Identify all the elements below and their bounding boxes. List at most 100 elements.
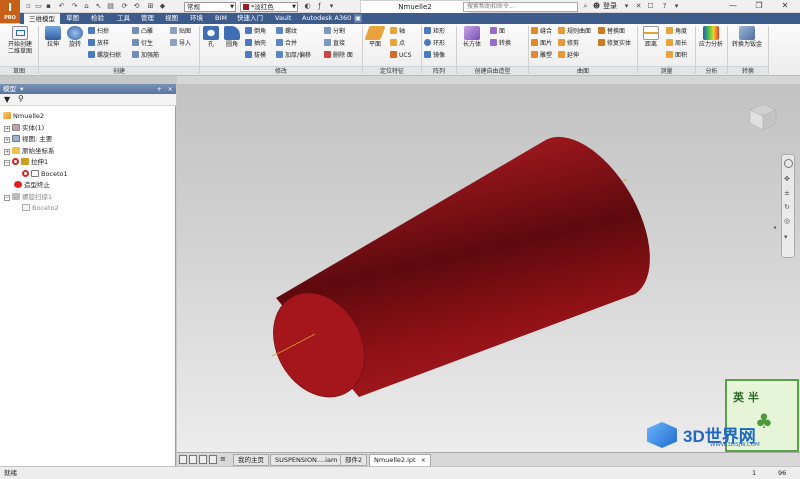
pin-icon[interactable]: + bbox=[157, 84, 162, 94]
split-button[interactable]: 分割 bbox=[324, 27, 345, 36]
user-icon[interactable]: ☻ bbox=[592, 2, 601, 11]
tree-item-boceto2[interactable]: Boceto2 bbox=[0, 203, 59, 213]
collapse-icon[interactable]: ◂ bbox=[773, 224, 781, 232]
replace-face-button[interactable]: 替换面 bbox=[598, 27, 625, 36]
rib-button[interactable]: 加强筋 bbox=[132, 51, 159, 60]
tree-item-origin[interactable]: + 原始坐标系 bbox=[0, 146, 55, 156]
fillet-button[interactable]: 圆角 bbox=[222, 26, 242, 48]
material-qa-icon[interactable]: ◆ bbox=[158, 2, 167, 11]
fx-icon[interactable]: ƒ bbox=[315, 2, 324, 11]
repair-body-button[interactable]: 修复实体 bbox=[598, 39, 631, 48]
tab-manage[interactable]: 管理 bbox=[136, 13, 159, 24]
tree-item-solid-bodies[interactable]: + 实体(1) bbox=[0, 123, 44, 133]
tree-item-extrusion1[interactable]: − 拉伸1 bbox=[0, 157, 48, 167]
mirror-button[interactable]: 镜像 bbox=[424, 51, 445, 60]
close-icon[interactable]: × bbox=[421, 457, 426, 464]
tab-environment[interactable]: 环境 bbox=[185, 13, 208, 24]
tab-a360[interactable]: Autodesk A360 bbox=[297, 13, 356, 24]
doctab-nmuelle2[interactable]: Nmuelle2.ipt × bbox=[369, 454, 431, 466]
app-menu-button[interactable]: I PRO bbox=[0, 0, 20, 23]
tree-item-boceto1[interactable]: Boceto1 bbox=[0, 169, 68, 179]
loft-button[interactable]: 放样 bbox=[88, 39, 109, 48]
trim-button[interactable]: 修剪 bbox=[558, 39, 579, 48]
cascade-icon[interactable] bbox=[189, 455, 197, 464]
direct-edit-button[interactable]: 直接 bbox=[324, 39, 345, 48]
loop-button[interactable]: 周长 bbox=[666, 39, 687, 48]
list-windows-icon[interactable] bbox=[209, 455, 217, 464]
angle-button[interactable]: 角度 bbox=[666, 27, 687, 36]
revolve-button[interactable]: 旋转 bbox=[64, 26, 86, 48]
orbit-icon[interactable]: ↻ bbox=[784, 203, 790, 211]
measure-qa-icon[interactable]: ⊞ bbox=[146, 2, 155, 11]
area-button[interactable]: 面积 bbox=[666, 51, 687, 60]
import-button[interactable]: 导入 bbox=[170, 39, 191, 48]
update-all-icon[interactable]: ⟲ bbox=[132, 2, 141, 11]
patch-button[interactable]: 面片 bbox=[531, 39, 552, 48]
cylinder-model[interactable] bbox=[177, 84, 800, 452]
tree-item-view[interactable]: + 视图: 主要 bbox=[0, 134, 52, 144]
update-icon[interactable]: ⟳ bbox=[120, 2, 129, 11]
chevron-down-icon[interactable]: ▾ bbox=[20, 85, 23, 93]
color-combo[interactable]: *淡红色 ▼ bbox=[240, 2, 298, 12]
pan-icon[interactable]: ✥ bbox=[784, 175, 790, 183]
tab-getting-started[interactable]: 快速入门 bbox=[232, 13, 268, 24]
minimize-icon[interactable]: — bbox=[722, 0, 744, 13]
collapse-icon[interactable]: − bbox=[4, 160, 10, 166]
customize-icon[interactable]: ▾ bbox=[784, 233, 788, 241]
doctab-assembly2[interactable]: 部件2 bbox=[340, 454, 368, 466]
open-icon[interactable]: ▭ bbox=[34, 2, 43, 11]
chevron-down-icon[interactable]: ▾ bbox=[622, 2, 631, 11]
emboss-button[interactable]: 凸雕 bbox=[132, 27, 153, 36]
expand-icon[interactable]: + bbox=[4, 126, 10, 132]
plane-button[interactable]: 平面 bbox=[364, 26, 386, 48]
close-icon[interactable]: ✕ bbox=[774, 0, 796, 13]
sign-in-link[interactable]: 登录 bbox=[603, 1, 617, 12]
tree-item-end-of-part[interactable]: 造型终止 bbox=[0, 180, 50, 190]
hole-button[interactable]: 孔 bbox=[202, 26, 220, 48]
draft-button[interactable]: 拔模 bbox=[245, 51, 266, 60]
arrange-icon[interactable] bbox=[199, 455, 207, 464]
derive-button[interactable]: 衍生 bbox=[132, 39, 153, 48]
freeform-convert-button[interactable]: 转换 bbox=[490, 39, 511, 48]
chamfer-button[interactable]: 倒角 bbox=[245, 27, 266, 36]
dropdown-icon[interactable]: ▾ bbox=[327, 2, 336, 11]
tab-vault[interactable]: Vault bbox=[270, 13, 296, 24]
convert-sheetmetal-button[interactable]: 转换为钣金 bbox=[730, 26, 764, 48]
distance-button[interactable]: 距离 bbox=[641, 26, 661, 48]
appearance-icon[interactable]: ◐ bbox=[303, 2, 312, 11]
help-icon[interactable]: ? bbox=[660, 2, 669, 11]
combine-button[interactable]: 合并 bbox=[276, 39, 297, 48]
select-icon[interactable]: ↖ bbox=[94, 2, 103, 11]
doctab-suspension[interactable]: SUSPENSION....iam bbox=[270, 454, 343, 466]
steering-wheel-icon[interactable] bbox=[784, 159, 793, 168]
tab-sketch[interactable]: 草图 bbox=[61, 13, 84, 24]
look-at-icon[interactable]: ◎ bbox=[784, 217, 790, 225]
tab-view[interactable]: 视图 bbox=[160, 13, 183, 24]
search-icon[interactable]: ⌕ bbox=[581, 2, 590, 11]
zoom-icon[interactable]: ± bbox=[784, 189, 790, 197]
doctab-home[interactable]: 我的主页 bbox=[233, 454, 269, 466]
find-icon[interactable]: ⚲ bbox=[18, 94, 24, 103]
point-button[interactable]: 点 bbox=[390, 39, 405, 48]
graphics-viewport[interactable]: ✥ ± ↻ ◎ ▾ ◂ 英 半 ♣ 3D世界网 WWW.3DSJW.COM bbox=[177, 84, 800, 452]
stitch-button[interactable]: 缝合 bbox=[531, 27, 552, 36]
ruled-surface-button[interactable]: 规则曲面 bbox=[558, 27, 591, 36]
tree-item-root[interactable]: Nmuelle2 bbox=[0, 111, 44, 121]
tab-menu-icon[interactable]: ≡ bbox=[220, 455, 226, 463]
properties-icon[interactable]: ▤ bbox=[106, 2, 115, 11]
expand-icon[interactable]: + bbox=[4, 137, 10, 143]
tab-3d-model[interactable]: 三维模型 bbox=[24, 13, 60, 24]
tree-item-coil1[interactable]: − 螺旋扫掠1 bbox=[0, 192, 52, 202]
redo-icon[interactable]: ↷ bbox=[70, 2, 79, 11]
tab-tools[interactable]: 工具 bbox=[112, 13, 135, 24]
freeform-face-button[interactable]: 面 bbox=[490, 27, 505, 36]
style-combo[interactable]: 常规 ▼ bbox=[184, 2, 236, 12]
start-2d-sketch-button[interactable]: 开始创建 二维草图 bbox=[4, 26, 36, 55]
extrude-button[interactable]: 拉伸 bbox=[42, 26, 64, 48]
a360-icon[interactable]: ☐ bbox=[646, 2, 655, 11]
stress-analysis-button[interactable]: 应力分析 bbox=[697, 26, 725, 48]
undo-icon[interactable]: ↶ bbox=[57, 2, 66, 11]
rect-pattern-button[interactable]: 矩形 bbox=[424, 27, 445, 36]
home-icon[interactable]: ⌂ bbox=[82, 2, 91, 11]
close-icon[interactable]: × bbox=[168, 84, 173, 94]
